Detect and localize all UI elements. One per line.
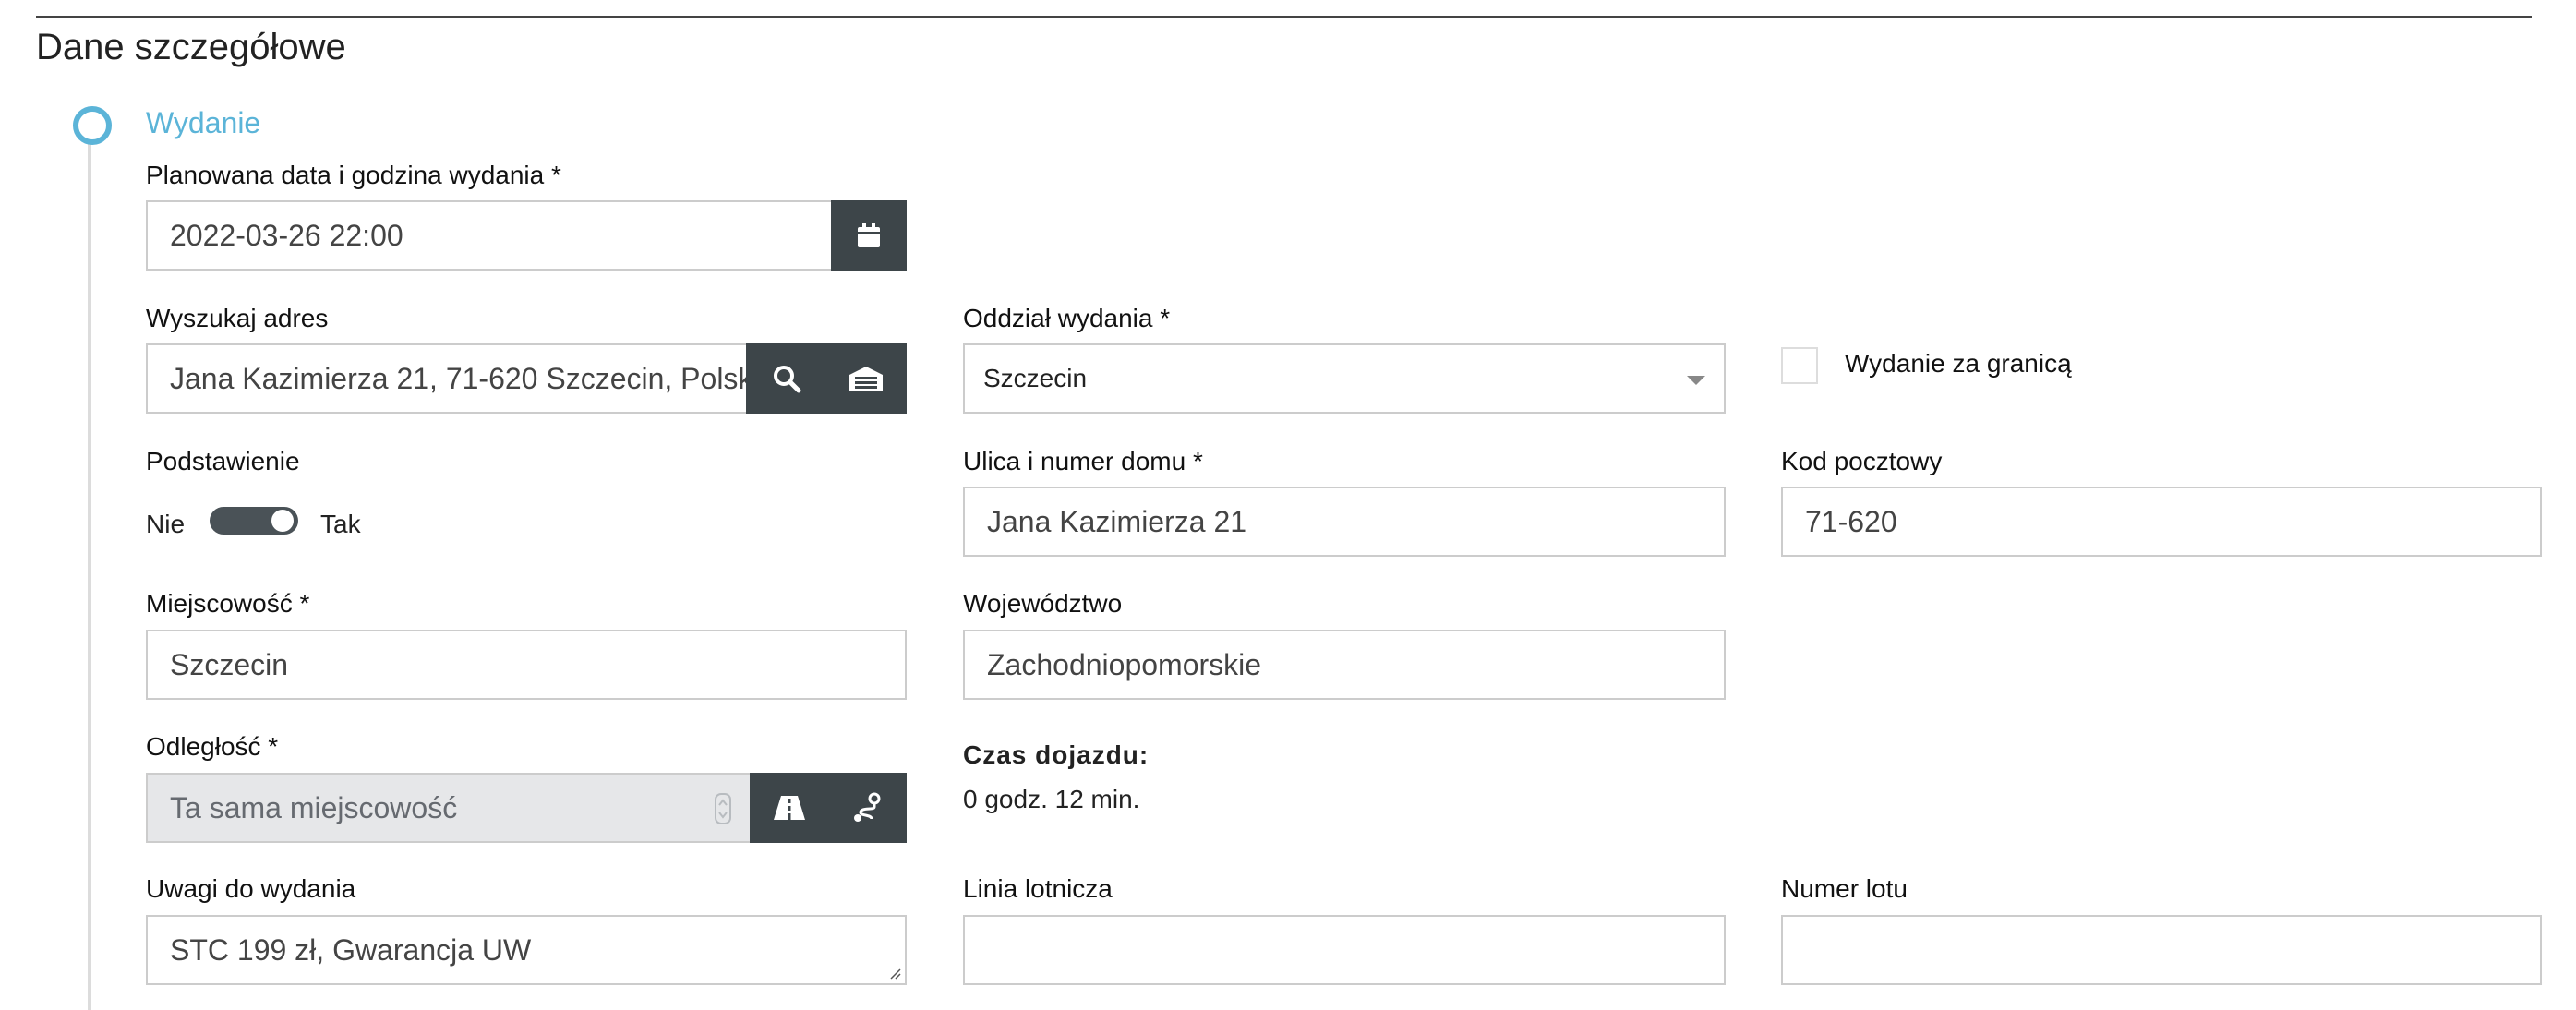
address-search-button[interactable] [746,343,827,414]
postal-code-label: Kod pocztowy [1781,447,1943,475]
section-title: Dane szczegółowe [36,27,346,67]
road-distance-button[interactable] [750,773,829,843]
substitution-toggle[interactable] [210,507,298,535]
abroad-checkbox[interactable] [1781,347,1818,384]
notes-label: Uwagi do wydania [146,874,356,903]
province-input[interactable]: Zachodniopomorskie [963,630,1726,700]
calendar-icon [858,223,880,247]
travel-time-value: 0 godz. 12 min. [963,785,1140,813]
section-divider [36,16,2532,18]
notes-value: STC 199 zł, Gwarancja UW [170,933,532,967]
substitution-on-label: Tak [320,510,361,538]
toggle-knob [270,508,295,534]
timeline-line [88,143,91,1010]
route-icon [854,792,881,822]
distance-input: Ta sama miejscowość [146,773,752,843]
spinner-arrows-icon [715,793,731,824]
substitution-label: Podstawienie [146,447,300,475]
search-address-input[interactable]: Jana Kazimierza 21, 71-620 Szczecin, Pol… [146,343,748,414]
branch-label: Oddział wydania * [963,304,1171,332]
flight-number-input[interactable] [1781,915,2542,985]
distance-value: Ta sama miejscowość [170,791,458,824]
branch-select[interactable]: Szczecin [963,343,1726,414]
route-button[interactable] [827,773,907,843]
search-address-label: Wyszukaj adres [146,304,329,332]
step-title: Wydanie [146,106,261,139]
street-input[interactable]: Jana Kazimierza 21 [963,487,1726,557]
garage-icon [849,367,883,391]
province-label: Województwo [963,589,1123,618]
distance-label: Odległość * [146,732,279,761]
substitution-off-label: Nie [146,510,186,538]
timeline-step-marker [73,106,112,145]
search-icon [774,366,801,393]
airline-input[interactable] [963,915,1726,985]
airline-label: Linia lotnicza [963,874,1113,903]
street-label: Ulica i numer domu * [963,447,1203,475]
garage-button[interactable] [825,343,907,414]
postal-code-input[interactable]: 71-620 [1781,487,2542,557]
travel-time-label: Czas dojazdu: [963,740,1150,769]
road-icon [774,796,805,820]
city-label: Miejscowość * [146,589,310,618]
branch-selected-value: Szczecin [983,364,1088,392]
chevron-down-icon [1687,376,1705,385]
city-input[interactable]: Szczecin [146,630,907,700]
calendar-button[interactable] [831,200,907,271]
resize-handle-icon[interactable] [888,967,901,980]
planned-date-input[interactable]: 2022-03-26 22:00 [146,200,833,271]
flight-number-label: Numer lotu [1781,874,1908,903]
planned-date-label: Planowana data i godzina wydania * [146,161,561,189]
abroad-label: Wydanie za granicą [1845,349,2072,378]
notes-textarea[interactable]: STC 199 zł, Gwarancja UW [146,915,907,985]
